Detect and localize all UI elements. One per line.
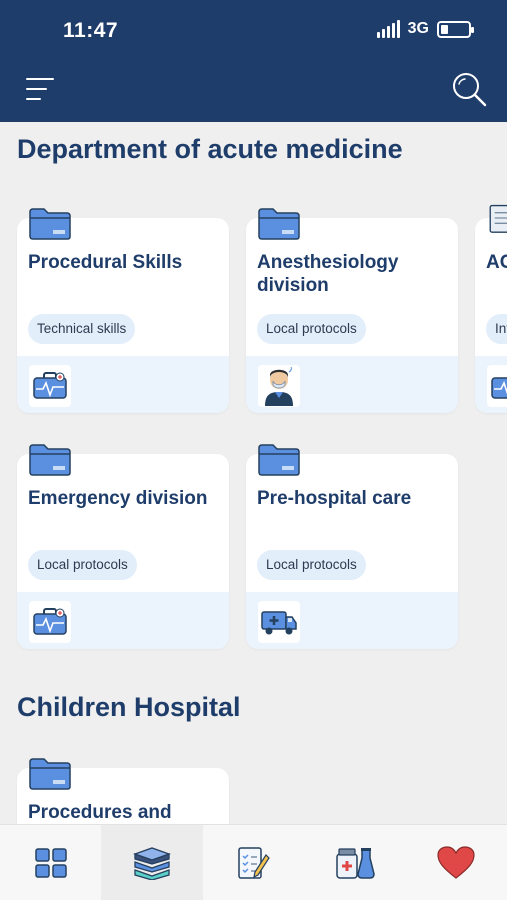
card-footer — [246, 592, 458, 649]
section-title-children-hospital: Children Hospital — [17, 692, 241, 722]
anesthesiologist-icon — [258, 365, 300, 407]
tab-checklists[interactable] — [203, 825, 304, 900]
card-title: Pre-hospital care — [257, 488, 412, 509]
dashboard-grid-icon — [34, 847, 67, 878]
search-icon[interactable] — [450, 70, 488, 108]
hamburger-menu-icon[interactable] — [26, 76, 54, 102]
folder-icon — [29, 208, 71, 240]
card-pre-hospital-care[interactable]: Pre-hospital care Local protocols — [246, 454, 458, 649]
tab-favorites[interactable] — [406, 825, 507, 900]
card-title: AC — [486, 252, 507, 273]
medical-case-icon — [487, 365, 507, 407]
card-footer — [17, 592, 229, 649]
clipboard-icon — [489, 204, 507, 233]
card-title: Emergency division — [28, 488, 208, 509]
folder-icon — [29, 758, 71, 790]
card-ac-partial[interactable]: AC Int — [475, 218, 507, 413]
card-footer — [17, 356, 229, 413]
folder-icon — [258, 208, 300, 240]
tab-library[interactable] — [101, 825, 203, 900]
medical-case-icon — [29, 365, 71, 407]
card-title: Procedural Skills — [28, 252, 183, 273]
signal-icon — [376, 20, 400, 38]
card-tag: Local protocols — [28, 550, 137, 580]
card-tag: Technical skills — [28, 314, 136, 344]
ambulance-icon — [258, 601, 300, 643]
tab-dashboard[interactable] — [0, 825, 101, 900]
folder-icon — [258, 444, 300, 476]
status-time: 11:47 — [63, 19, 119, 42]
medical-case-icon — [29, 601, 71, 643]
card-anesthesiology-division[interactable]: Anesthesiology division Local protocols — [246, 218, 458, 413]
bottom-tab-bar — [0, 824, 507, 900]
card-tag: Local protocols — [257, 550, 366, 580]
folder-icon — [29, 444, 71, 476]
books-stack-icon — [133, 846, 172, 880]
card-procedural-skills[interactable]: Procedural Skills Technical skills — [17, 218, 229, 413]
heart-icon — [437, 845, 475, 879]
network-type: 3G — [407, 20, 429, 37]
card-title: Anesthesiology division — [257, 252, 399, 296]
section-title-acute-medicine: Department of acute medicine — [17, 134, 403, 164]
card-title: Procedures and — [28, 802, 172, 823]
status-indicators: 3G — [376, 20, 474, 38]
card-tag: Int — [486, 314, 507, 344]
medicine-bottles-icon — [336, 847, 375, 879]
card-footer — [475, 356, 507, 413]
checklist-pencil-icon — [237, 846, 270, 879]
card-emergency-division[interactable]: Emergency division Local protocols — [17, 454, 229, 649]
main-content[interactable]: Department of acute medicine Procedural … — [0, 122, 507, 824]
app-header: 11:47 3G — [0, 0, 507, 122]
card-footer — [246, 356, 458, 413]
card-tag: Local protocols — [257, 314, 366, 344]
battery-icon — [437, 20, 474, 38]
tab-medications[interactable] — [304, 825, 405, 900]
